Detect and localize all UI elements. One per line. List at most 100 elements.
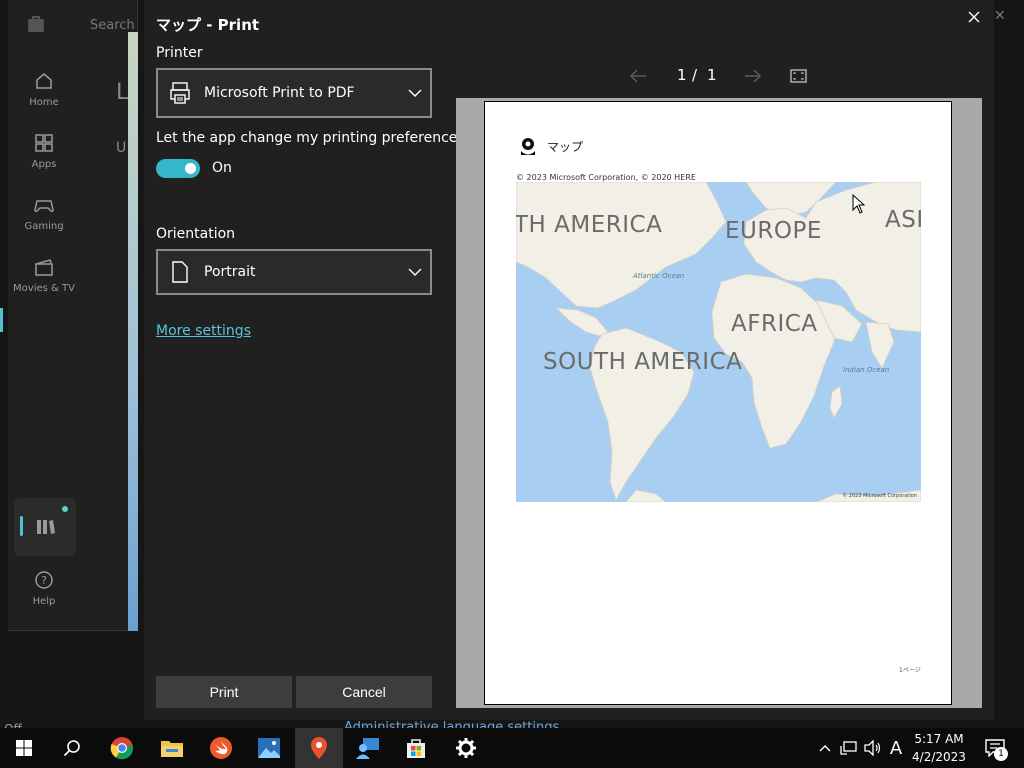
printer-icon	[166, 81, 194, 105]
folder-icon	[161, 741, 183, 757]
sidebar-item-movies[interactable]: Movies & TV	[8, 244, 80, 306]
fit-page-icon[interactable]	[790, 69, 807, 83]
chevron-down-icon	[408, 89, 422, 97]
sidebar-item-help[interactable]: ? Help	[8, 570, 80, 607]
orientation-value: Portrait	[204, 264, 256, 280]
prefs-toggle[interactable]	[156, 159, 200, 178]
store-page-heading: L	[116, 80, 129, 105]
gear-icon	[456, 738, 476, 758]
chevron-down-icon	[408, 268, 422, 276]
show-hidden-icons[interactable]	[816, 728, 834, 768]
library-icon	[37, 520, 55, 534]
next-page-icon[interactable]	[744, 69, 762, 83]
action-center-button[interactable]: 1	[978, 728, 1012, 768]
map-label-north-america: TH AMERICA	[516, 212, 663, 238]
volume-icon	[864, 740, 881, 756]
map-pin-icon	[311, 737, 327, 759]
preview-app-name: マップ	[547, 140, 584, 154]
taskbar-swift[interactable]	[197, 728, 245, 768]
sidebar-item-apps[interactable]: Apps	[8, 120, 80, 182]
prefs-label: Let the app change my printing preferenc…	[156, 130, 465, 146]
taskbar-store[interactable]	[392, 728, 440, 768]
preview-copyright: © 2023 Microsoft Corporation, © 2020 HER…	[516, 173, 696, 182]
store-bag-icon	[407, 739, 425, 758]
store-search-input[interactable]: Search	[90, 18, 135, 33]
current-page: 1	[677, 66, 687, 84]
sidebar-item-label: Help	[32, 596, 56, 607]
map-label-europe: EUROPE	[725, 218, 822, 244]
network-status[interactable]	[838, 728, 860, 768]
maps-app-icon	[521, 138, 535, 155]
photos-icon	[258, 738, 280, 758]
printer-value: Microsoft Print to PDF	[204, 85, 355, 101]
update-badge	[62, 506, 68, 512]
apps-icon	[35, 133, 53, 152]
map-label-south-america: SOUTH AMERICA	[543, 349, 743, 375]
sidebar-item-library[interactable]	[14, 498, 76, 556]
sidebar-item-gaming[interactable]: Gaming	[8, 182, 80, 244]
printer-select[interactable]: Microsoft Print to PDF	[156, 68, 432, 118]
orientation-select[interactable]: Portrait	[156, 249, 432, 295]
chevron-up-icon	[819, 745, 831, 752]
store-sidebar: Home Apps Gaming Movies & TV	[8, 58, 80, 306]
map-label-asia: ASI	[885, 207, 921, 233]
taskbar-chrome[interactable]	[98, 728, 146, 768]
preview-page-number: 1ページ	[899, 667, 921, 674]
taskbar-people[interactable]	[344, 728, 392, 768]
taskbar-photos[interactable]	[245, 728, 293, 768]
map-copyright: © 2023 Microsoft Corporation	[842, 493, 917, 499]
printer-label: Printer	[156, 45, 203, 61]
total-pages: 1	[707, 66, 717, 84]
network-icon	[840, 741, 857, 755]
orientation-label: Orientation	[156, 226, 236, 242]
map-label-africa: AFRICA	[731, 311, 818, 337]
input-method-indicator[interactable]: A	[884, 728, 908, 768]
svg-text:?: ?	[41, 574, 47, 587]
home-icon	[36, 72, 52, 89]
taskbar-settings[interactable]	[442, 728, 490, 768]
print-dialog: マップ - Print Printer Microsoft Print to P…	[144, 0, 994, 720]
sidebar-item-label: Apps	[31, 158, 57, 170]
map-label-atlantic: Atlantic Ocean	[633, 272, 685, 280]
background-close-icon[interactable]: ✕	[994, 8, 1006, 24]
preview-page: マップ © 2023 Microsoft Corporation, © 2020…	[484, 101, 952, 705]
close-button[interactable]	[962, 6, 986, 28]
print-preview: マップ © 2023 Microsoft Corporation, © 2020…	[456, 98, 982, 708]
search-button[interactable]	[48, 728, 96, 768]
toggle-state-label: On	[212, 160, 232, 176]
portrait-page-icon	[166, 260, 194, 284]
selected-indicator	[20, 516, 23, 536]
swift-icon	[210, 737, 232, 759]
cancel-button[interactable]: Cancel	[296, 676, 432, 708]
more-settings-link[interactable]: More settings	[156, 323, 251, 339]
taskbar-maps[interactable]	[295, 728, 343, 768]
chrome-icon	[110, 737, 134, 760]
map-label-indian: Indian Ocean	[843, 366, 890, 374]
dialog-title: マップ - Print	[156, 16, 260, 34]
taskbar-clock[interactable]: 5:17 AM 4/2/2023	[906, 730, 972, 766]
film-icon	[35, 258, 53, 276]
page-separator: /	[692, 66, 698, 84]
gamepad-icon	[34, 199, 54, 212]
close-icon	[968, 11, 980, 23]
clock-date: 4/2/2023	[912, 750, 966, 764]
help-icon: ?	[35, 571, 53, 589]
world-map: TH AMERICA EUROPE ASI AFRICA SOUTH AMERI…	[516, 182, 921, 502]
background-accent-bar	[0, 308, 3, 332]
store-logo-icon	[28, 16, 44, 32]
store-page-subheading: U	[116, 140, 127, 156]
previous-page-icon[interactable]	[629, 69, 647, 83]
taskbar-file-explorer[interactable]	[148, 728, 196, 768]
sidebar-item-label: Gaming	[24, 220, 64, 232]
windows-icon	[16, 740, 32, 756]
store-hero-image	[128, 32, 138, 631]
volume-control[interactable]	[862, 728, 884, 768]
print-button[interactable]: Print	[156, 676, 292, 708]
notification-count-badge: 1	[994, 747, 1008, 761]
start-button[interactable]	[0, 728, 48, 768]
store-window: Search L U Home Apps Gaming Movies & TV …	[8, 0, 138, 631]
people-icon	[356, 738, 379, 759]
sidebar-item-home[interactable]: Home	[8, 58, 80, 120]
clock-time: 5:17 AM	[914, 732, 964, 746]
toggle-knob	[185, 163, 196, 174]
